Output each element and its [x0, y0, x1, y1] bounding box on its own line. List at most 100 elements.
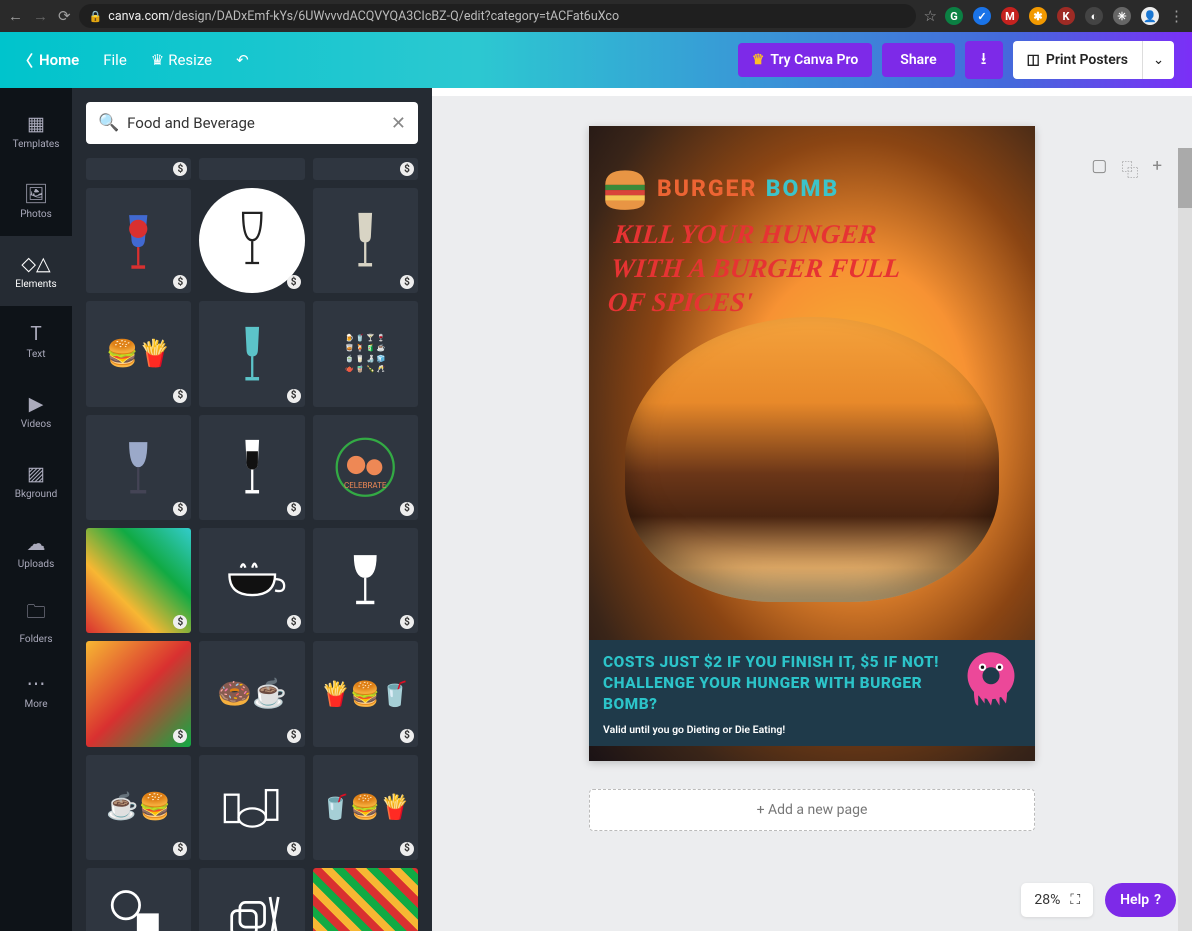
chevron-down-icon: ⌄ — [1153, 53, 1164, 68]
element-thumb[interactable]: 🍩☕$ — [199, 641, 304, 746]
chevron-left-icon: 〈 — [18, 50, 33, 71]
element-thumb[interactable]: $ — [313, 528, 418, 633]
element-thumb[interactable]: 🍔🍟$ — [86, 301, 191, 406]
print-icon: ◫ — [1027, 52, 1040, 68]
element-thumb[interactable]: 🥤🍔🍟$ — [313, 755, 418, 860]
element-thumb[interactable]: $ — [313, 188, 418, 293]
element-thumb[interactable] — [86, 868, 191, 931]
help-icon: ? — [1154, 892, 1161, 908]
canvas-toolbar — [432, 88, 1192, 96]
zoom-control[interactable]: 28% ⛶ — [1021, 883, 1093, 917]
brand-word-1: BURGER — [657, 175, 757, 202]
templates-icon: ▦ — [27, 112, 45, 135]
browser-menu-icon[interactable]: ⋮ — [1169, 7, 1184, 25]
more-icon: ⋯ — [27, 672, 46, 695]
extension-icon[interactable]: M — [1001, 7, 1019, 25]
extension-icon[interactable]: ✱ — [1029, 7, 1047, 25]
rail-templates[interactable]: ▦Templates — [0, 96, 72, 166]
rail-text[interactable]: TText — [0, 306, 72, 376]
rail-photos[interactable]: 🖼Photos — [0, 166, 72, 236]
try-pro-button[interactable]: ♛ Try Canva Pro — [738, 43, 872, 77]
home-button[interactable]: 〈 Home — [18, 50, 79, 71]
back-icon[interactable]: ← — [8, 7, 23, 25]
browser-address-bar: ← → ⟳ 🔒 canva.com/design/DADxEmf-kYs/6UW… — [0, 0, 1192, 32]
download-button[interactable]: ⭳ — [965, 41, 1003, 79]
burger-logo-icon — [599, 162, 651, 214]
uploads-icon: ☁ — [27, 532, 46, 555]
poster-tagline[interactable]: KILL YOUR HUNGER WITH A BURGER FULL OF S… — [607, 218, 946, 319]
add-page-button[interactable]: + Add a new page — [589, 789, 1035, 831]
duplicate-page-icon[interactable]: ⿻ — [1121, 156, 1138, 181]
text-icon: T — [30, 322, 41, 345]
element-thumb[interactable]: $ — [199, 755, 304, 860]
fullscreen-icon[interactable]: ⛶ — [1070, 892, 1080, 908]
notes-icon[interactable]: ▢ — [1091, 156, 1107, 181]
rail-folders[interactable]: 🗀Folders — [0, 586, 72, 656]
element-thumb[interactable]: $ — [86, 158, 191, 180]
canvas-area: ▢ ⿻ + BURGER BOM — [432, 88, 1192, 931]
reload-icon[interactable]: ⟳ — [58, 7, 71, 25]
file-menu[interactable]: File — [103, 51, 127, 69]
poster-canvas[interactable]: BURGER BOMB KILL YOUR HUNGER WITH A BURG… — [589, 126, 1035, 761]
element-thumb[interactable]: $ — [199, 301, 304, 406]
element-thumb[interactable]: $ — [199, 528, 304, 633]
extension-icon[interactable]: ✳ — [1113, 7, 1131, 25]
element-thumb[interactable]: 🍟🍔🥤$ — [313, 641, 418, 746]
brand-word-2: BOMB — [766, 175, 840, 202]
rail-uploads[interactable]: ☁Uploads — [0, 516, 72, 586]
share-button[interactable]: Share — [882, 43, 954, 77]
star-icon[interactable]: ☆ — [924, 7, 937, 25]
footer-text: COSTS JUST $2 IF YOU FINISH IT, $5 IF NO… — [603, 652, 943, 715]
crown-icon: ♛ — [752, 52, 765, 68]
element-thumb[interactable]: $ — [86, 641, 191, 746]
element-thumb[interactable]: 🍺 🥤 🍸 🍷🥃 🍹 🧃 ☕🍵 🥛 🍶 🧊🫖 🧋 🍾 🥂 — [313, 301, 418, 406]
app-toolbar: 〈 Home File ♛ Resize ↶ ♛ Try Canva Pro S… — [0, 32, 1192, 88]
photos-icon: 🖼 — [24, 182, 48, 205]
extension-icon[interactable]: ◐ — [1085, 7, 1103, 25]
element-thumb[interactable]: $ — [86, 188, 191, 293]
folders-icon: 🗀 — [26, 598, 45, 630]
extension-icon[interactable]: G — [945, 7, 963, 25]
forward-icon[interactable]: → — [33, 7, 48, 25]
background-icon: ▨ — [27, 462, 45, 485]
element-thumb[interactable]: $ — [199, 188, 304, 293]
rail-bkground[interactable]: ▨Bkground — [0, 446, 72, 516]
element-thumb[interactable]: CELEBRATE$ — [313, 415, 418, 520]
videos-icon: ▶ — [29, 392, 44, 415]
element-thumb[interactable]: $ — [313, 868, 418, 931]
rail-elements[interactable]: ◇△Elements — [0, 236, 72, 306]
resize-menu[interactable]: ♛ Resize — [151, 51, 212, 69]
elements-panel: 🔍 ✕ $ $ $ $ $ 🍔🍟$ $ 🍺 🥤 🍸 🍷🥃 🍹 🧃 ☕🍵 🥛 🍶 … — [72, 88, 432, 931]
add-page-icon[interactable]: + — [1152, 156, 1162, 181]
clear-search-icon[interactable]: ✕ — [391, 113, 406, 134]
poster-footer[interactable]: COSTS JUST $2 IF YOU FINISH IT, $5 IF NO… — [589, 640, 1035, 746]
sidebar-rail: ▦Templates 🖼Photos ◇△Elements TText ▶Vid… — [0, 88, 72, 931]
element-thumb[interactable]: $ — [199, 415, 304, 520]
element-thumb[interactable]: $ — [313, 158, 418, 180]
lock-icon: 🔒 — [89, 10, 103, 23]
element-thumb[interactable]: $ — [86, 415, 191, 520]
undo-button[interactable]: ↶ — [236, 51, 249, 69]
element-thumb[interactable] — [199, 868, 304, 931]
scrollbar[interactable] — [1178, 148, 1192, 931]
rail-videos[interactable]: ▶Videos — [0, 376, 72, 446]
extension-icon[interactable]: ✓ — [973, 7, 991, 25]
url-field[interactable]: 🔒 canva.com/design/DADxEmf-kYs/6UWvvvdAC… — [79, 4, 916, 28]
search-icon: 🔍 — [98, 113, 119, 133]
avatar-icon[interactable]: 👤 — [1141, 7, 1159, 25]
element-thumb[interactable] — [199, 158, 304, 180]
help-button[interactable]: Help ? — [1105, 883, 1176, 917]
element-thumb[interactable]: $ — [86, 528, 191, 633]
print-posters-button[interactable]: ◫ Print Posters — [1013, 41, 1142, 79]
undo-icon: ↶ — [236, 51, 249, 69]
element-thumb[interactable]: ☕🍔$ — [86, 755, 191, 860]
print-dropdown[interactable]: ⌄ — [1142, 41, 1174, 79]
rail-more[interactable]: ⋯More — [0, 656, 72, 726]
search-box: 🔍 ✕ — [86, 102, 418, 144]
page-tools: ▢ ⿻ + — [1091, 156, 1162, 181]
elements-icon: ◇△ — [21, 252, 50, 275]
extension-icon[interactable]: K — [1057, 7, 1075, 25]
crown-icon: ♛ — [151, 51, 164, 69]
search-input[interactable] — [127, 114, 383, 132]
elements-grid[interactable]: $ $ $ $ $ 🍔🍟$ $ 🍺 🥤 🍸 🍷🥃 🍹 🧃 ☕🍵 🥛 🍶 🧊🫖 🧋… — [72, 158, 432, 931]
